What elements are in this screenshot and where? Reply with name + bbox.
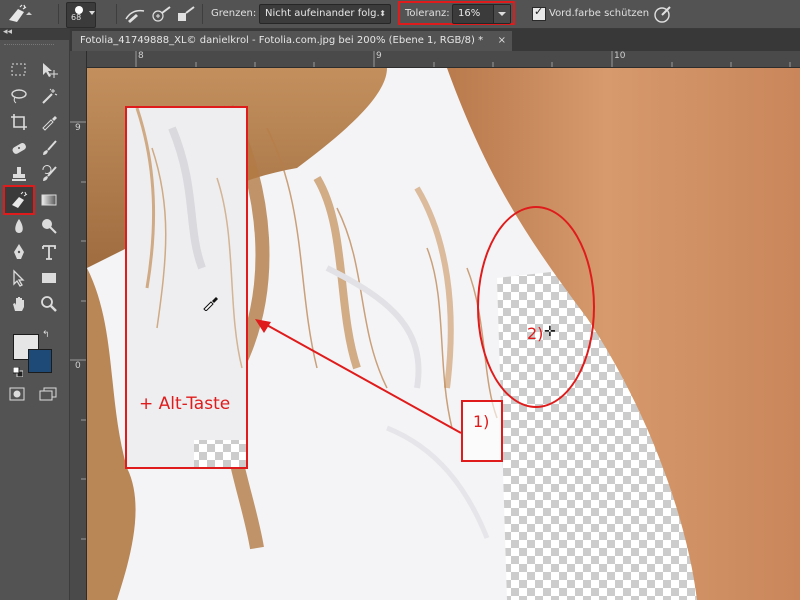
toleranz-label: Toleranz:: [405, 8, 450, 19]
updown-chevron-icon: ⬍: [379, 9, 386, 18]
horizontal-ruler[interactable]: 8 9 10: [86, 51, 800, 68]
background-color-swatch[interactable]: [28, 349, 52, 373]
vertical-ruler-ticks: [70, 121, 86, 540]
grenzen-label: Grenzen:: [211, 8, 257, 19]
screen-mode-icon[interactable]: [39, 386, 57, 401]
blur-tool[interactable]: [5, 213, 33, 239]
step1-box: 1): [461, 400, 503, 462]
brush-icon: [43, 140, 57, 155]
crop-tool[interactable]: [5, 109, 33, 135]
protect-fg-label: Vord.farbe schützen: [549, 8, 650, 19]
brush-tool[interactable]: [35, 135, 63, 161]
grip: [4, 44, 54, 47]
step2-ellipse: [477, 206, 595, 408]
tablet-pressure-icon[interactable]: [652, 4, 674, 28]
zoom-tool[interactable]: [35, 291, 63, 317]
vertical-ruler[interactable]: 9 0: [70, 51, 87, 600]
toleranz-field[interactable]: 16%: [452, 4, 511, 24]
quick-mask-icon[interactable]: [9, 386, 25, 401]
swap-colors-icon[interactable]: ↰: [42, 330, 52, 340]
grenzen-dropdown[interactable]: Nicht aufeinander folg. ⬍: [259, 4, 391, 24]
dodge-tool[interactable]: [35, 213, 63, 239]
history-brush-icon: [42, 165, 57, 181]
marquee-tool[interactable]: [5, 57, 33, 83]
move-icon: [43, 63, 58, 78]
type-tool[interactable]: [35, 239, 63, 265]
step1-label: 1): [473, 412, 490, 431]
divider: [116, 4, 117, 24]
chevron-down-icon: [498, 12, 506, 16]
rectangle-shape-icon: [42, 273, 56, 283]
clone-stamp-icon: [12, 167, 26, 181]
sampling-once-icon[interactable]: [150, 5, 172, 27]
lasso-tool[interactable]: [5, 83, 33, 109]
ruler-label: 10: [614, 51, 626, 61]
lasso-icon: [11, 89, 27, 104]
healing-brush-icon: [12, 143, 26, 154]
rectangle-shape-tool[interactable]: [35, 265, 63, 291]
divider: [202, 4, 203, 24]
chevron-down-icon: [89, 11, 95, 15]
blur-icon: [15, 219, 23, 233]
dodge-icon: [42, 219, 57, 234]
panel-header: ◂◂: [0, 27, 69, 40]
document-tab[interactable]: Fotolia_41749888_XL© danielkrol - Fotoli…: [72, 31, 512, 51]
crop-icon: [11, 114, 27, 130]
move-tool[interactable]: [35, 57, 63, 83]
crosshair-cursor-icon: ✛: [544, 324, 556, 340]
magic-wand-tool[interactable]: [35, 83, 63, 109]
pen-icon: [14, 244, 24, 259]
hand-icon: [13, 297, 24, 311]
sampling-background-swatch-icon[interactable]: [176, 5, 198, 27]
grenzen-value: Nicht aufeinander folg.: [265, 8, 380, 19]
ruler-label: 9: [75, 123, 81, 133]
zoom-icon: [41, 296, 57, 312]
history-brush-tool[interactable]: [35, 161, 63, 187]
close-tab-icon[interactable]: ×: [498, 31, 506, 51]
horizontal-ruler-ticks: [135, 51, 791, 67]
document-tab-title: Fotolia_41749888_XL© danielkrol - Fotoli…: [80, 35, 484, 46]
protect-fg-checkbox[interactable]: ✓: [532, 5, 546, 21]
marquee-icon: [11, 63, 26, 76]
path-selection-tool[interactable]: [5, 265, 33, 291]
ruler-label: 9: [376, 51, 382, 61]
gradient-icon: [41, 194, 57, 206]
step2-label: 2): [527, 324, 544, 343]
options-bar: 68 Grenzen: Nicht aufeinander folg. ⬍ To…: [0, 0, 800, 29]
divider: [58, 4, 59, 24]
type-icon: [42, 245, 56, 260]
clone-stamp-tool[interactable]: [5, 161, 33, 187]
tools-panel: ◂◂ ↰: [0, 27, 70, 600]
ruler-label: 8: [138, 51, 144, 61]
ruler-label: 0: [75, 361, 81, 371]
default-colors-icon[interactable]: [12, 362, 24, 378]
healing-brush-tool[interactable]: [5, 135, 33, 161]
document-canvas[interactable]: + Alt-Taste 1) 2) ✛: [87, 68, 800, 600]
eyedropper-tool[interactable]: [35, 109, 63, 135]
toleranz-value: 16%: [458, 8, 481, 19]
toleranz-slider-button[interactable]: [493, 5, 510, 23]
hand-tool[interactable]: [5, 291, 33, 317]
pen-tool[interactable]: [5, 239, 33, 265]
checkmark-icon: ✓: [534, 5, 544, 18]
gradient-tool[interactable]: [35, 187, 63, 213]
magic-wand-icon: [42, 88, 58, 104]
brush-size-value: 68: [71, 13, 82, 22]
eyedropper-icon: [42, 116, 57, 131]
path-selection-icon: [13, 269, 25, 287]
annotation-arrow: [255, 319, 462, 434]
sampling-continuous-icon[interactable]: [124, 5, 146, 27]
background-eraser-preset-icon[interactable]: [6, 4, 34, 28]
background-eraser-icon: [12, 191, 28, 208]
collapse-panel-icon[interactable]: ◂◂: [3, 27, 12, 37]
background-eraser-tool[interactable]: [3, 185, 35, 215]
